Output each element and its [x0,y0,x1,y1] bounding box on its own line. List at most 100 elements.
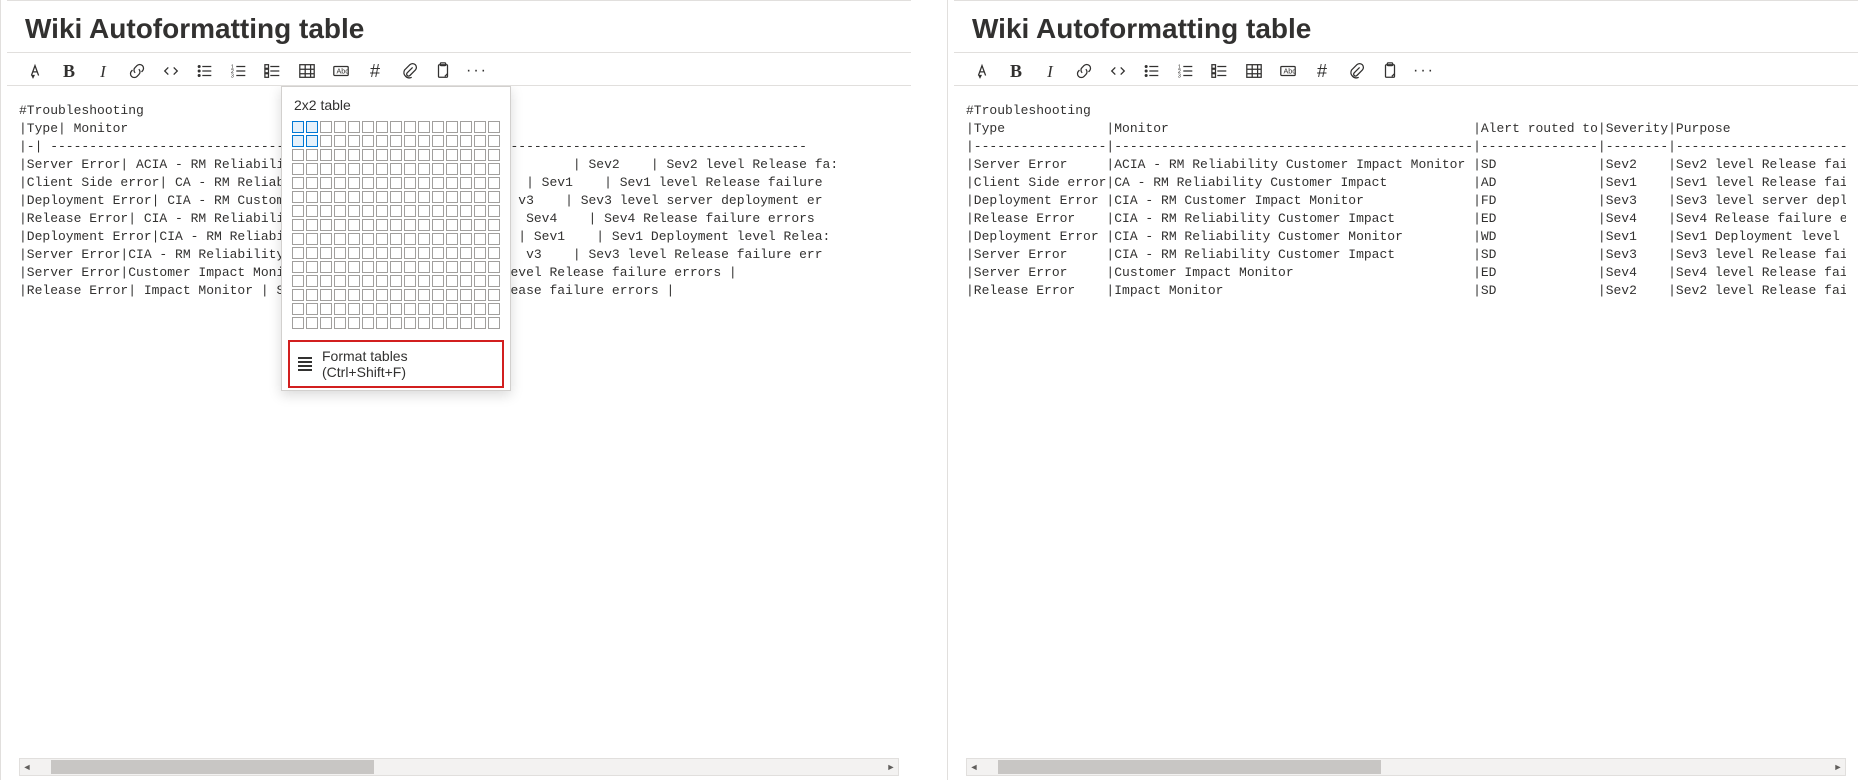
table-size-cell[interactable] [390,275,402,287]
table-size-cell[interactable] [348,191,360,203]
table-size-cell[interactable] [404,177,416,189]
table-size-cell[interactable] [292,261,304,273]
table-size-cell[interactable] [306,177,318,189]
table-size-cell[interactable] [376,121,388,133]
table-size-cell[interactable] [348,149,360,161]
table-size-cell[interactable] [446,317,458,329]
table-size-cell[interactable] [474,205,486,217]
table-size-cell[interactable] [446,149,458,161]
table-size-cell[interactable] [362,233,374,245]
numbered-list-button[interactable]: 123 [229,61,249,81]
table-size-cell[interactable] [362,219,374,231]
table-size-cell[interactable] [404,289,416,301]
table-size-cell[interactable] [320,303,332,315]
table-size-cell[interactable] [334,233,346,245]
table-size-cell[interactable] [320,149,332,161]
table-size-cell[interactable] [334,219,346,231]
italic-button[interactable]: I [93,61,113,81]
paste-button[interactable] [1380,61,1400,81]
attach-button[interactable] [1346,61,1366,81]
table-size-cell[interactable] [320,233,332,245]
table-size-cell[interactable] [334,163,346,175]
checklist-button[interactable] [263,61,283,81]
table-size-cell[interactable] [292,121,304,133]
table-size-cell[interactable] [348,317,360,329]
table-size-cell[interactable] [390,289,402,301]
table-size-cell[interactable] [306,261,318,273]
numbered-list-button[interactable]: 123 [1176,61,1196,81]
table-size-cell[interactable] [432,275,444,287]
table-size-cell[interactable] [404,163,416,175]
more-button[interactable]: ··· [1414,61,1434,81]
table-size-cell[interactable] [404,317,416,329]
table-size-cell[interactable] [418,191,430,203]
table-size-cell[interactable] [418,317,430,329]
table-size-cell[interactable] [460,135,472,147]
table-size-cell[interactable] [432,191,444,203]
table-size-cell[interactable] [376,317,388,329]
table-size-cell[interactable] [474,135,486,147]
table-size-cell[interactable] [488,191,500,203]
format-tables-button[interactable]: Format tables (Ctrl+Shift+F) [288,340,504,388]
table-size-cell[interactable] [376,247,388,259]
table-size-cell[interactable] [306,121,318,133]
page-title[interactable]: Wiki Autoformatting table [25,9,893,48]
table-size-cell[interactable] [320,219,332,231]
table-size-cell[interactable] [474,219,486,231]
table-size-cell[interactable] [334,261,346,273]
table-size-cell[interactable] [460,289,472,301]
table-size-cell[interactable] [488,233,500,245]
table-size-cell[interactable] [362,163,374,175]
table-size-cell[interactable] [446,177,458,189]
table-size-cell[interactable] [446,163,458,175]
table-size-cell[interactable] [488,135,500,147]
table-size-cell[interactable] [348,233,360,245]
table-size-cell[interactable] [390,233,402,245]
table-size-cell[interactable] [474,163,486,175]
table-size-cell[interactable] [418,289,430,301]
table-size-cell[interactable] [488,261,500,273]
table-size-cell[interactable] [334,149,346,161]
table-size-cell[interactable] [446,303,458,315]
table-size-cell[interactable] [432,317,444,329]
table-size-cell[interactable] [320,191,332,203]
table-size-cell[interactable] [418,247,430,259]
table-size-cell[interactable] [404,219,416,231]
more-button[interactable]: ··· [467,61,487,81]
table-size-cell[interactable] [488,303,500,315]
table-size-cell[interactable] [306,233,318,245]
table-size-cell[interactable] [292,135,304,147]
table-size-cell[interactable] [390,149,402,161]
mention-button[interactable]: Abc [331,61,351,81]
table-size-cell[interactable] [390,121,402,133]
paste-button[interactable] [433,61,453,81]
table-size-cell[interactable] [404,135,416,147]
table-size-cell[interactable] [474,317,486,329]
code-button[interactable] [161,61,181,81]
table-size-cell[interactable] [418,149,430,161]
table-size-cell[interactable] [362,177,374,189]
page-title[interactable]: Wiki Autoformatting table [972,9,1840,48]
table-size-cell[interactable] [432,303,444,315]
table-size-cell[interactable] [334,121,346,133]
table-size-cell[interactable] [334,205,346,217]
table-button[interactable] [1244,61,1264,81]
table-size-cell[interactable] [348,261,360,273]
table-size-cell[interactable] [488,289,500,301]
code-button[interactable] [1108,61,1128,81]
table-size-cell[interactable] [376,163,388,175]
scroll-thumb[interactable] [998,760,1381,774]
table-size-cell[interactable] [320,177,332,189]
heading-button[interactable]: # [1312,61,1332,81]
table-size-cell[interactable] [376,261,388,273]
scroll-thumb[interactable] [51,760,374,774]
table-size-cell[interactable] [292,149,304,161]
table-size-cell[interactable] [460,177,472,189]
table-size-cell[interactable] [320,261,332,273]
table-size-cell[interactable] [446,247,458,259]
editor-area[interactable]: #Troubleshooting |Type |Monitor |Alert r… [948,86,1864,758]
table-size-cell[interactable] [320,289,332,301]
table-size-cell[interactable] [404,303,416,315]
table-size-cell[interactable] [446,233,458,245]
table-size-cell[interactable] [432,135,444,147]
